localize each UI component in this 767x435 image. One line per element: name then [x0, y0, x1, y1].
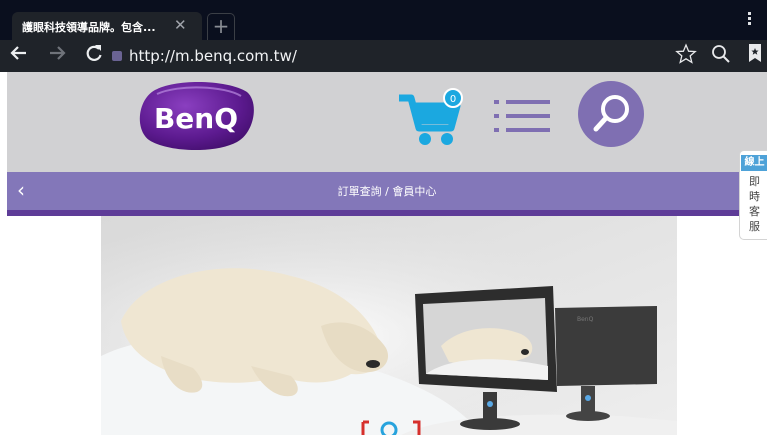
- search-icon[interactable]: [709, 43, 733, 69]
- url-text: http://m.benq.com.tw/: [129, 47, 297, 65]
- browser-tab-strip: 護眼科技領導品牌。包含... ✕ +: [0, 0, 767, 40]
- cart-button[interactable]: 0: [397, 84, 467, 148]
- live-chat-char: 客: [749, 205, 760, 218]
- star-icon[interactable]: [674, 43, 698, 69]
- site-favicon: [112, 51, 122, 61]
- bookmark-icon[interactable]: [744, 43, 766, 69]
- overflow-menu-icon[interactable]: [748, 12, 752, 27]
- monitor-brand: BenQ: [577, 316, 594, 323]
- magnifier-icon: [593, 95, 629, 132]
- tab-title: 護眼科技領導品牌。包含...: [22, 21, 156, 34]
- shopping-cart-icon: 0: [399, 88, 463, 145]
- reload-icon[interactable]: [81, 43, 107, 69]
- live-chat-char: 服: [749, 220, 760, 233]
- new-tab-button[interactable]: +: [207, 13, 235, 40]
- live-chat-char: 即: [749, 175, 760, 188]
- forward-arrow-icon[interactable]: [44, 43, 70, 69]
- browser-tab[interactable]: 護眼科技領導品牌。包含... ✕: [12, 12, 202, 40]
- member-nav-bar: ‹ 訂單查詢 / 會員中心: [7, 172, 767, 216]
- nav-title[interactable]: 訂單查詢 / 會員中心: [7, 183, 767, 199]
- live-chat-tab[interactable]: 線上 即 時 客 服: [739, 150, 767, 240]
- live-chat-char: 時: [749, 190, 760, 203]
- benq-logo[interactable]: BenQ: [137, 80, 255, 151]
- banner-illustration: BenQ: [101, 216, 677, 435]
- live-chat-head: 線上: [741, 155, 767, 171]
- browser-toolbar: http://m.benq.com.tw/: [0, 40, 767, 72]
- site-search-button[interactable]: [578, 81, 644, 147]
- hamburger-menu-icon[interactable]: [494, 94, 550, 138]
- cart-count: 0: [450, 94, 456, 105]
- back-arrow-icon[interactable]: [6, 43, 32, 69]
- hero-banner[interactable]: BenQ: [101, 216, 677, 435]
- logo-text: BenQ: [154, 102, 238, 135]
- close-tab-icon[interactable]: ✕: [174, 17, 187, 33]
- site-header: BenQ 0: [7, 72, 767, 172]
